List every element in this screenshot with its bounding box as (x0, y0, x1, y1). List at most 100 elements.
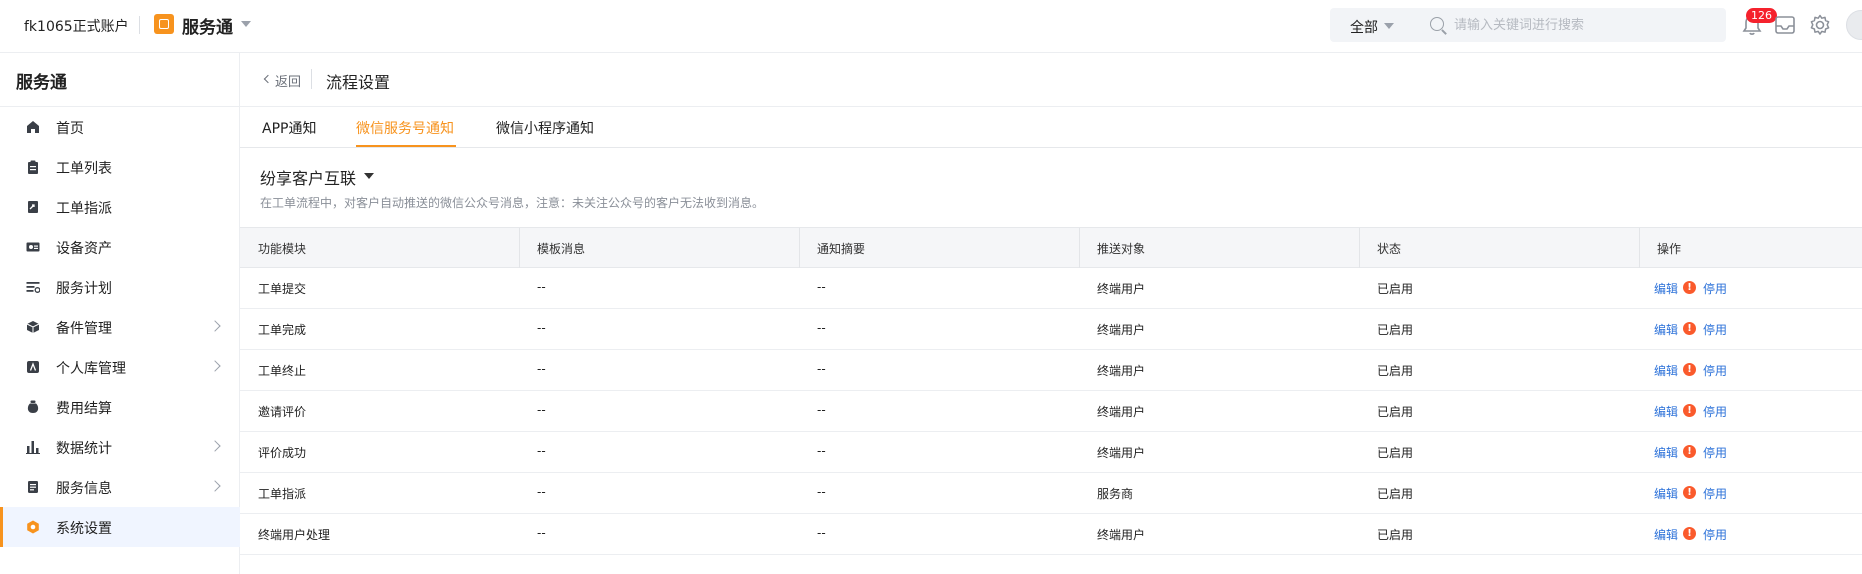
sidebar-item-label: 设备资产 (56, 241, 112, 257)
edit-link[interactable]: 编辑 (1654, 526, 1678, 543)
search-input[interactable] (1454, 13, 1714, 37)
edit-link[interactable]: 编辑 (1654, 485, 1678, 502)
sidebar-item-spare-parts[interactable]: 备件管理 (0, 307, 240, 347)
column-header: 功能模块 (258, 242, 307, 256)
plan-list-icon (26, 282, 40, 293)
cell-summary: -- (817, 321, 826, 335)
customer-connect-select[interactable]: 纷享客户互联 (260, 165, 356, 189)
disable-link[interactable]: 停用 (1703, 403, 1727, 420)
disable-link[interactable]: 停用 (1703, 485, 1727, 502)
cell-template: -- (537, 485, 546, 499)
cell-template: -- (537, 403, 546, 417)
cell-module: 工单终止 (258, 364, 307, 378)
avatar[interactable] (1846, 10, 1862, 40)
cell-summary: -- (817, 403, 826, 417)
tab-wechat-service-notice[interactable]: 微信服务号通知 (356, 118, 454, 138)
gear-icon[interactable] (1808, 13, 1832, 37)
sidebar-item-personal-storage[interactable]: 个人库管理 (0, 347, 240, 387)
sidebar-item-ticket-list[interactable]: 工单列表 (0, 147, 240, 187)
device-card-icon (26, 242, 40, 252)
disable-link[interactable]: 停用 (1703, 321, 1727, 338)
account-name[interactable]: fk1065正式账户 (24, 16, 129, 36)
cell-status: 已启用 (1377, 364, 1414, 378)
column-header: 推送对象 (1097, 242, 1146, 256)
chevron-down-icon[interactable] (364, 173, 374, 179)
sidebar-item-home[interactable]: 首页 (0, 107, 240, 147)
disable-link[interactable]: 停用 (1703, 526, 1727, 543)
disable-link[interactable]: 停用 (1703, 362, 1727, 379)
dispatch-icon (28, 201, 38, 213)
tab-app-notice[interactable]: APP通知 (262, 118, 316, 138)
chevron-down-icon[interactable] (241, 21, 251, 27)
search-scope-select[interactable]: 全部 (1350, 17, 1378, 37)
table-row: 评价成功 -- -- 终端用户 已启用 编辑 ! 停用 (240, 432, 1862, 473)
global-search: 全部 (1330, 8, 1726, 42)
cell-status: 已启用 (1377, 487, 1414, 501)
cell-target: 终端用户 (1097, 528, 1146, 542)
sidebar-item-label: 数据统计 (56, 441, 112, 457)
tab-wechat-miniprogram-notice[interactable]: 微信小程序通知 (496, 118, 594, 138)
disable-link[interactable]: 停用 (1703, 280, 1727, 297)
table-row: 工单提交 -- -- 终端用户 已启用 编辑 ! 停用 (240, 268, 1862, 309)
page-header: 返回 流程设置 (240, 53, 1862, 107)
back-button[interactable]: 返回 (275, 71, 301, 90)
top-bar: fk1065正式账户 服务通 全部 126 (0, 0, 1862, 53)
sidebar-item-data-statistics[interactable]: 数据统计 (0, 427, 240, 467)
sidebar: 服务通 首页 工单列表 工单指派 设备资产 服务计划 备件管理 个人库管理 费用… (0, 53, 240, 574)
cell-module: 工单提交 (258, 282, 307, 296)
warning-icon: ! (1683, 363, 1696, 376)
edit-link[interactable]: 编辑 (1654, 403, 1678, 420)
cell-summary: -- (817, 444, 826, 458)
sidebar-item-service-info[interactable]: 服务信息 (0, 467, 240, 507)
column-divider (519, 228, 520, 268)
edit-link[interactable]: 编辑 (1654, 444, 1678, 461)
settings-hex-icon (27, 520, 39, 534)
column-header: 操作 (1657, 242, 1682, 256)
chevron-right-icon (209, 360, 221, 372)
cell-status: 已启用 (1377, 282, 1414, 296)
inbox-icon[interactable] (1774, 14, 1796, 36)
cell-summary: -- (817, 485, 826, 499)
notification-badge: 126 (1746, 8, 1777, 23)
top-divider (139, 16, 140, 34)
sidebar-item-device-assets[interactable]: 设备资产 (0, 227, 240, 267)
edit-link[interactable]: 编辑 (1654, 362, 1678, 379)
edit-link[interactable]: 编辑 (1654, 280, 1678, 297)
cell-status: 已启用 (1377, 446, 1414, 460)
section-description: 在工单流程中，对客户自动推送的微信公众号消息，注意：未关注公众号的客户无法收到消… (260, 196, 765, 210)
cell-target: 终端用户 (1097, 364, 1146, 378)
cell-target: 终端用户 (1097, 405, 1146, 419)
chevron-right-icon (209, 480, 221, 492)
table-row: 终端用户处理 -- -- 终端用户 已启用 编辑 ! 停用 (240, 514, 1862, 555)
sidebar-item-ticket-dispatch[interactable]: 工单指派 (0, 187, 240, 227)
sidebar-item-label: 费用结算 (56, 401, 112, 417)
cell-summary: -- (817, 280, 826, 294)
edit-link[interactable]: 编辑 (1654, 321, 1678, 338)
notification-tabs: APP通知 微信服务号通知 微信小程序通知 (240, 107, 1862, 148)
app-logo-icon (154, 14, 174, 34)
column-divider (799, 228, 800, 268)
column-header: 通知摘要 (817, 242, 866, 256)
sidebar-item-fee-settlement[interactable]: 费用结算 (0, 387, 240, 427)
chevron-right-icon (209, 320, 221, 332)
sidebar-item-service-plan[interactable]: 服务计划 (0, 267, 240, 307)
chevron-down-icon[interactable] (1384, 23, 1394, 29)
table-row: 邀请评价 -- -- 终端用户 已启用 编辑 ! 停用 (240, 391, 1862, 432)
warning-icon: ! (1683, 527, 1696, 540)
cell-module: 邀请评价 (258, 405, 307, 419)
app-name[interactable]: 服务通 (182, 13, 233, 38)
cell-module: 工单完成 (258, 323, 307, 337)
sidebar-item-label: 服务信息 (56, 481, 112, 497)
main-content: 返回 流程设置 APP通知 微信服务号通知 微信小程序通知 纷享客户互联 在工单… (240, 53, 1862, 574)
bar-chart-icon (26, 441, 40, 454)
header-divider (311, 69, 312, 89)
warning-icon: ! (1683, 404, 1696, 417)
table-row: 工单终止 -- -- 终端用户 已启用 编辑 ! 停用 (240, 350, 1862, 391)
disable-link[interactable]: 停用 (1703, 444, 1727, 461)
sidebar-item-system-settings[interactable]: 系统设置 (0, 507, 240, 547)
cell-summary: -- (817, 362, 826, 376)
sidebar-item-label: 工单列表 (56, 161, 112, 177)
sidebar-item-label: 备件管理 (56, 321, 112, 337)
chevron-left-icon[interactable] (263, 74, 273, 84)
cell-module: 评价成功 (258, 446, 307, 460)
